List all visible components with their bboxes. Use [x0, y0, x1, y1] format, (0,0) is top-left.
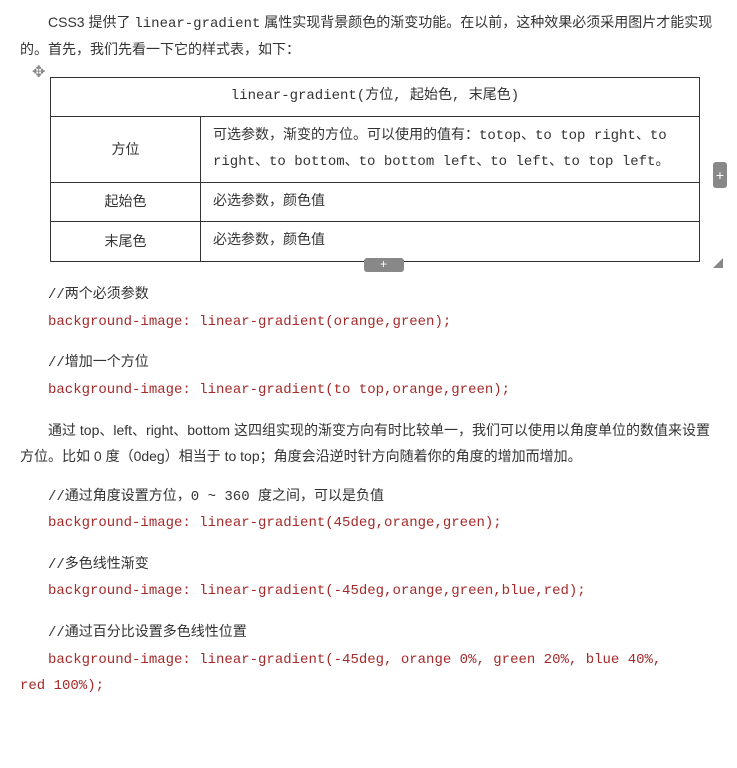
row-label: 方位 [51, 116, 201, 182]
code-block-2: //增加一个方位 background-image: linear-gradie… [20, 350, 717, 403]
code-line: background-image: linear-gradient(to top… [20, 377, 717, 404]
move-icon[interactable] [32, 59, 45, 88]
intro-paragraph: CSS3 提供了 linear-gradient 属性实现背景颜色的渐变功能。在… [20, 10, 717, 62]
code-comment: //通过角度设置方位，0 ~ 360 度之间，可以是负值 [20, 484, 717, 511]
row-label: 起始色 [51, 182, 201, 222]
table-row: 起始色 必选参数，颜色值 [51, 182, 700, 222]
code-line: background-image: linear-gradient(orange… [20, 309, 717, 336]
code-comment: //增加一个方位 [20, 350, 717, 377]
syntax-table: linear-gradient(方位, 起始色, 末尾色) 方位 可选参数，渐变… [50, 77, 700, 262]
add-column-icon[interactable] [713, 162, 727, 188]
code-block-4: //多色线性渐变 background-image: linear-gradie… [20, 552, 717, 605]
code-block-3: //通过角度设置方位，0 ~ 360 度之间，可以是负值 background-… [20, 484, 717, 537]
add-row-icon[interactable] [364, 258, 404, 272]
code-line: background-image: linear-gradient(-45deg… [20, 647, 717, 674]
code-line: background-image: linear-gradient(45deg,… [20, 510, 717, 537]
table-row: linear-gradient(方位, 起始色, 末尾色) [51, 78, 700, 116]
table-header: linear-gradient(方位, 起始色, 末尾色) [51, 78, 700, 116]
row-label: 末尾色 [51, 222, 201, 262]
table-row: 方位 可选参数，渐变的方位。可以使用的值有：totop、to top right… [51, 116, 700, 182]
code-block-5: //通过百分比设置多色线性位置 background-image: linear… [20, 620, 717, 700]
intro-code: linear-gradient [134, 16, 260, 32]
row-desc: 必选参数，颜色值 [201, 182, 700, 222]
intro-prefix: CSS3 提供了 [48, 14, 134, 30]
row-desc: 必选参数，颜色值 [201, 222, 700, 262]
code-line: background-image: linear-gradient(-45deg… [20, 578, 717, 605]
syntax-table-wrap: linear-gradient(方位, 起始色, 末尾色) 方位 可选参数，渐变… [50, 77, 717, 262]
code-comment: //两个必须参数 [20, 282, 717, 309]
code-line-wrap: red 100%); [20, 673, 717, 700]
resize-corner-icon[interactable] [713, 258, 723, 268]
table-row: 末尾色 必选参数，颜色值 [51, 222, 700, 262]
code-block-1: //两个必须参数 background-image: linear-gradie… [20, 282, 717, 335]
code-comment: //通过百分比设置多色线性位置 [20, 620, 717, 647]
code-comment: //多色线性渐变 [20, 552, 717, 579]
row-desc: 可选参数，渐变的方位。可以使用的值有：totop、to top right、to… [201, 116, 700, 182]
paragraph-angle: 通过 top、left、right、bottom 这四组实现的渐变方向有时比较单… [20, 418, 717, 468]
